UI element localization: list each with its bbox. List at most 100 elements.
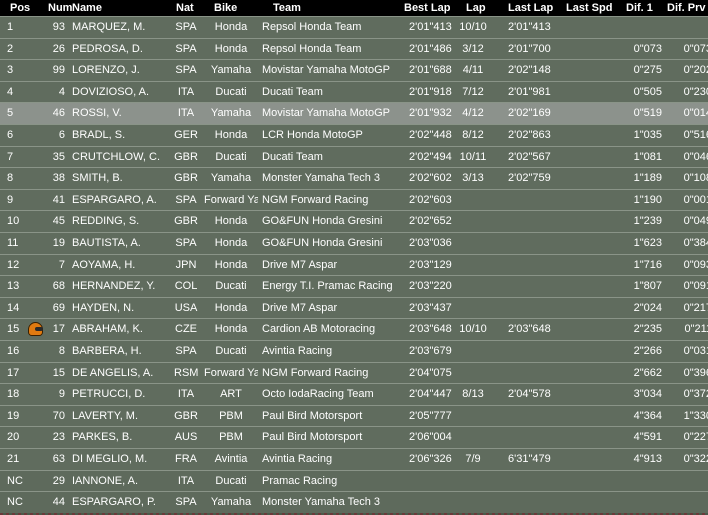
cell-bike: Honda [214, 129, 248, 141]
cell-lap: 3/12 [462, 42, 484, 55]
cell-pos: 8 [7, 172, 14, 185]
header-pos[interactable]: Pos [10, 2, 30, 14]
header-team[interactable]: Team [273, 2, 301, 14]
header-nat[interactable]: Nat [176, 2, 194, 14]
table-row[interactable]: 15 17 ABRAHAM, K. CZE Honda Cardion AB Motora… [0, 318, 708, 342]
cell-pos: NC [7, 474, 23, 487]
table-row[interactable]: 18 9 PETRUCCI, D. ITA ART Octo IodaRacing Tea… [0, 383, 708, 407]
cell-best: 2'04"075 [409, 366, 452, 379]
cell-dif1: 1"035 [633, 129, 662, 141]
cell-dif1: 0"519 [633, 107, 662, 120]
header-dif1[interactable]: Dif. 1 [626, 2, 653, 14]
cell-team: Repsol Honda Team [262, 42, 362, 55]
table-row[interactable]: 13 68 HERNANDEZ, Y. COL Ducati Energy T.I. Pr… [0, 275, 708, 299]
cell-num: 46 [52, 107, 65, 120]
table-row[interactable]: 14 69 HAYDEN, N. USA Honda Drive M7 Aspar 2'03… [0, 296, 708, 320]
cell-lap: 10/11 [459, 150, 487, 163]
header-num[interactable]: Num [48, 2, 72, 14]
cell-name: HERNANDEZ, Y. [72, 280, 156, 293]
table-row[interactable]: 21 63 DI MEGLIO, M. FRA Avintia Avintia Racin… [0, 448, 708, 472]
table-row[interactable]: 1 93 MARQUEZ, M. SPA Honda Repsol Honda Team 2… [0, 16, 708, 40]
cell-name: ESPARGARO, A. [72, 193, 157, 206]
cell-bike: PBM [219, 431, 243, 444]
cell-team: LCR Honda MotoGP [262, 129, 363, 141]
cell-nat: SPA [175, 345, 197, 357]
cell-team: Repsol Honda Team [262, 21, 362, 33]
cell-difp: 0"384 [683, 237, 708, 249]
table-row[interactable]: 2 26 PEDROSA, D. SPA Honda Repsol Honda Team 2… [0, 37, 708, 61]
table-row[interactable]: 12 7 AOYAMA, H. JPN Honda Drive M7 Aspar 2'03"… [0, 253, 708, 277]
cell-nat: SPA [175, 193, 197, 206]
header-dif-prv[interactable]: Dif. Prv [667, 2, 706, 14]
cell-nat: GBR [174, 172, 198, 185]
cell-nat: SPA [175, 64, 197, 77]
cell-num: 38 [52, 172, 65, 185]
cell-name: BARBERA, H. [72, 345, 142, 357]
header-name[interactable]: Name [72, 2, 102, 14]
cell-team: Paul Bird Motorsport [262, 409, 363, 422]
table-row[interactable]: 8 38 SMITH, B. GBR Yamaha Monster Yamaha Tech… [0, 167, 708, 191]
cell-nat: COL [174, 280, 198, 293]
table-row[interactable]: 7 35 CRUTCHLOW, C. GBR Ducati Ducati Team 2'02… [0, 145, 708, 169]
table-row[interactable]: 11 19 BAUTISTA, A. SPA Honda GO&FUN Honda Gre… [0, 232, 708, 256]
cell-name: SMITH, B. [72, 172, 123, 185]
table-row[interactable]: 17 15 DE ANGELIS, A. RSM Forward Ya NGM Forwa… [0, 361, 708, 385]
cell-num: 35 [52, 150, 65, 163]
cell-pos: 6 [7, 129, 14, 141]
table-row[interactable]: 9 41 ESPARGARO, A. SPA Forward Ya NGM Forward… [0, 188, 708, 212]
header-bike[interactable]: Bike [214, 2, 237, 14]
cell-pos: 2 [7, 42, 14, 55]
header-last-lap[interactable]: Last Lap [508, 2, 553, 14]
cell-team: Monster Yamaha Tech 3 [262, 172, 381, 185]
cell-num: 19 [52, 237, 65, 249]
cell-pos: 13 [7, 280, 20, 293]
cell-difp: 0"001 [683, 193, 708, 206]
cell-bike: Ducati [215, 150, 247, 163]
cell-nat: GBR [174, 409, 198, 422]
cell-last: 2'02"169 [508, 107, 551, 120]
cell-best: 2'02"448 [409, 129, 452, 141]
cell-nat: GBR [174, 215, 198, 228]
table-row[interactable]: 4 4 DOVIZIOSO, A. ITA Ducati Ducati Team 2'01"… [0, 80, 708, 104]
table-row[interactable]: 5 46 ROSSI, V. ITA Yamaha Movistar Yamaha Mot… [0, 102, 708, 126]
cell-num: 45 [52, 215, 65, 228]
cell-nat: RSM [174, 366, 198, 379]
table-row[interactable]: NC 44 ESPARGARO, P. SPA Yamaha Monster Yamaha… [0, 491, 708, 515]
header-best-lap[interactable]: Best Lap [404, 2, 450, 14]
cell-dif1: 1"807 [633, 280, 662, 293]
cell-bike: PBM [219, 409, 243, 422]
header-lap[interactable]: Lap [466, 2, 486, 14]
table-row[interactable]: 6 6 BRADL, S. GER Honda LCR Honda MotoGP 2'02"… [0, 124, 708, 148]
table-row[interactable]: NC 29 IANNONE, A. ITA Ducati Pramac Racing [0, 469, 708, 493]
cell-bike: Honda [214, 42, 248, 55]
cell-dif1: 4"913 [633, 453, 662, 465]
cell-dif1: 1"190 [633, 193, 662, 206]
table-row[interactable]: 16 8 BARBERA, H. SPA Ducati Avintia Racing 2'0… [0, 340, 708, 364]
cell-team: NGM Forward Racing [262, 366, 369, 379]
cell-team: Movistar Yamaha MotoGP [262, 107, 390, 120]
cell-name: ESPARGARO, P. [72, 496, 156, 509]
table-row[interactable]: 10 45 REDDING, S. GBR Honda GO&FUN Honda Gres… [0, 210, 708, 234]
cell-difp: 0"046 [683, 150, 708, 163]
table-row[interactable]: 19 70 LAVERTY, M. GBR PBM Paul Bird Motorspor… [0, 404, 708, 428]
cell-difp: 0"031 [683, 345, 708, 357]
cell-num: 93 [52, 21, 65, 33]
cell-lap: 4/11 [462, 64, 484, 77]
table-row[interactable]: 3 99 LORENZO, J. SPA Yamaha Movistar Yamaha M… [0, 59, 708, 83]
header-last-spd[interactable]: Last Spd [566, 2, 612, 14]
cell-pos: 1 [7, 21, 14, 33]
table-row[interactable]: 20 23 PARKES, B. AUS PBM Paul Bird Motorsport… [0, 426, 708, 450]
cell-name: HAYDEN, N. [72, 301, 135, 314]
cell-best: 2'05"777 [409, 409, 452, 422]
cell-pos: 3 [7, 64, 14, 77]
cell-best: 2'04"447 [409, 388, 452, 401]
cell-pos: 12 [7, 258, 20, 271]
cell-nat: GBR [174, 150, 198, 163]
cell-nat: SPA [175, 496, 197, 509]
cell-dif1: 2"235 [633, 323, 662, 336]
cell-bike: Honda [214, 301, 248, 314]
cell-bike: Honda [214, 215, 248, 228]
cell-last: 2'02"567 [508, 150, 551, 163]
cell-bike: Ducati [215, 474, 247, 487]
cell-bike: ART [220, 388, 242, 401]
